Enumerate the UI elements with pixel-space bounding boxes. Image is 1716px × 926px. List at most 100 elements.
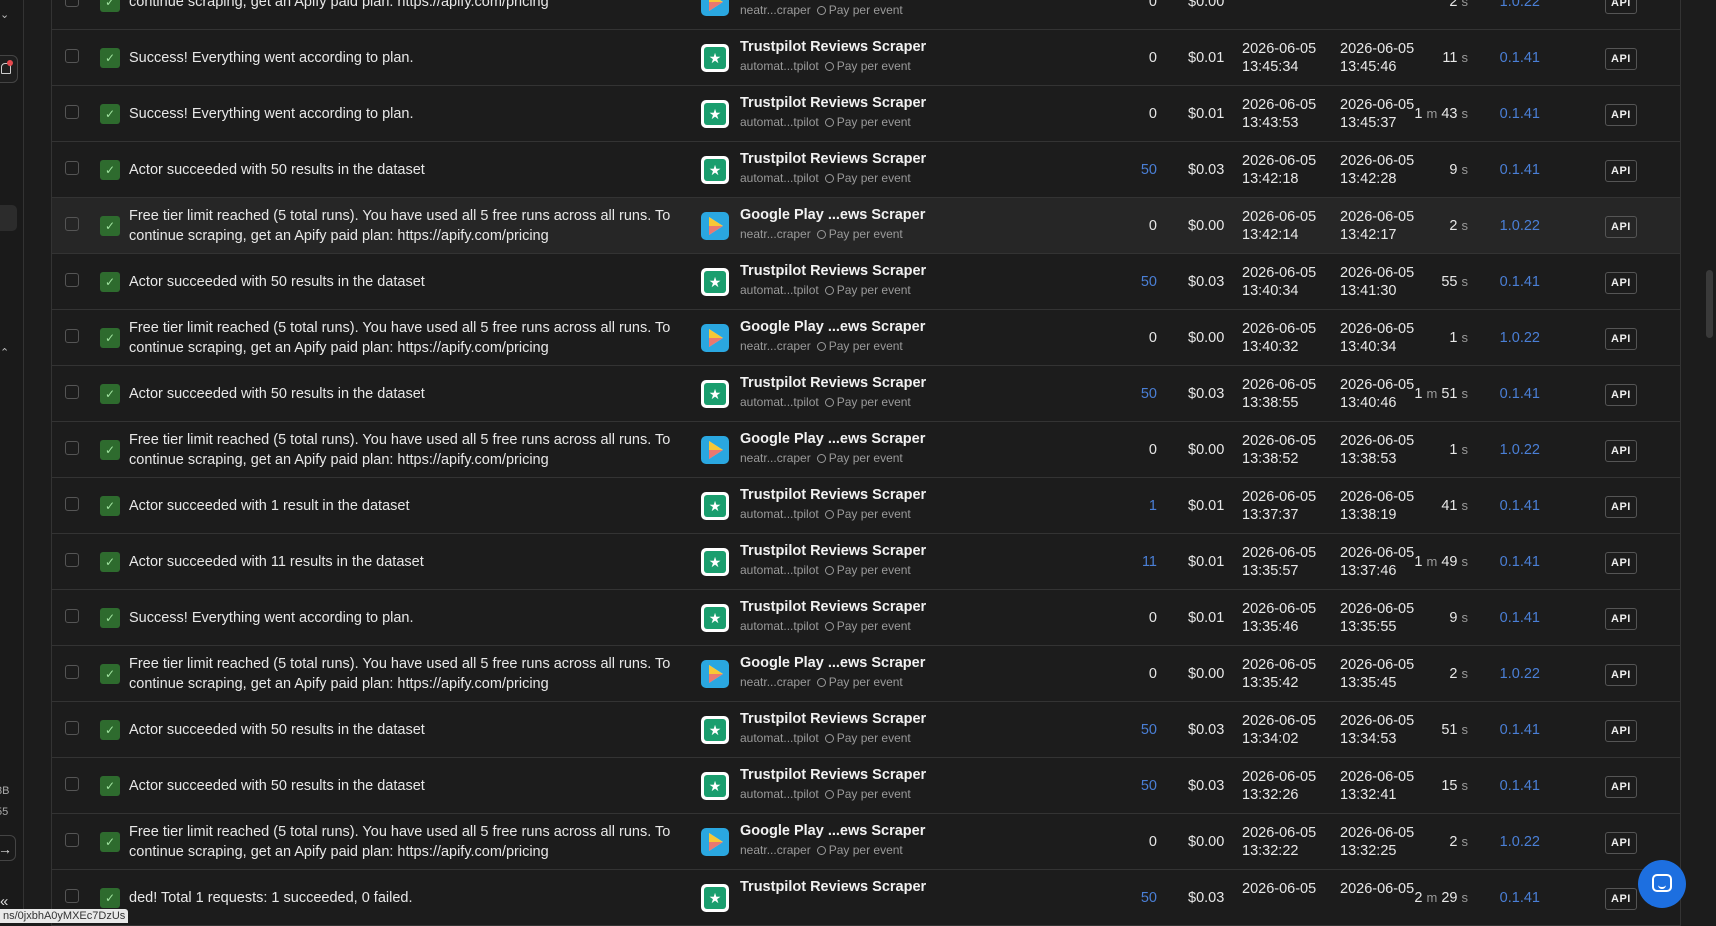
chevron-down-icon[interactable]: ⌄ — [0, 8, 14, 21]
build-link[interactable]: 1.0.22 — [1500, 0, 1540, 30]
status-message[interactable]: Free tier limit reached (5 total runs). … — [129, 814, 699, 870]
status-message[interactable]: Actor succeeded with 50 results in the d… — [129, 702, 699, 758]
actor-name-link[interactable]: Trustpilot Reviews Scraper — [740, 767, 926, 783]
actor-name-link[interactable]: Google Play ...ews Scraper — [740, 207, 925, 223]
row-checkbox[interactable] — [65, 889, 79, 903]
results-count[interactable]: 50 — [1117, 366, 1157, 422]
build-link[interactable]: 1.0.22 — [1500, 422, 1540, 478]
build-link[interactable]: 0.1.41 — [1500, 590, 1540, 646]
row-checkbox[interactable] — [65, 273, 79, 287]
table-row[interactable]: ✓ Success! Everything went according to … — [51, 30, 1681, 86]
row-checkbox[interactable] — [65, 441, 79, 455]
table-row[interactable]: ✓ Free tier limit reached (5 total runs)… — [51, 814, 1681, 870]
actor-name-link[interactable]: Google Play ...ews Scraper — [740, 431, 925, 447]
results-count[interactable]: 1 — [1117, 478, 1157, 534]
status-message[interactable]: Success! Everything went according to pl… — [129, 30, 699, 86]
table-row[interactable]: ✓ Actor succeeded with 50 results in the… — [51, 702, 1681, 758]
actor-name-link[interactable]: Trustpilot Reviews Scraper — [740, 487, 926, 503]
results-count[interactable]: 50 — [1117, 870, 1157, 926]
row-checkbox[interactable] — [65, 553, 79, 567]
collapse-sidebar-icon[interactable]: « — [0, 893, 8, 910]
actor-name-link[interactable]: Trustpilot Reviews Scraper — [740, 543, 926, 559]
table-row[interactable]: ✓ Actor succeeded with 50 results in the… — [51, 758, 1681, 814]
logout-arrow-icon[interactable]: → — [0, 835, 16, 861]
row-checkbox[interactable] — [65, 497, 79, 511]
scrollbar[interactable] — [1702, 0, 1716, 917]
actor-name-link[interactable]: Trustpilot Reviews Scraper — [740, 879, 926, 895]
build-link[interactable]: 0.1.41 — [1500, 534, 1540, 590]
table-row[interactable]: ✓ Free tier limit reached (5 total runs)… — [51, 310, 1681, 366]
build-link[interactable]: 0.1.41 — [1500, 758, 1540, 814]
actor-name-link[interactable]: Trustpilot Reviews Scraper — [740, 39, 926, 55]
row-checkbox[interactable] — [65, 329, 79, 343]
actor-name-link[interactable]: Google Play ...ews Scraper — [740, 655, 925, 671]
status-message[interactable]: Free tier limit reached (5 total runs). … — [129, 646, 699, 702]
status-message[interactable]: Success! Everything went according to pl… — [129, 86, 699, 142]
results-count[interactable]: 50 — [1117, 254, 1157, 310]
status-message[interactable]: Free tier limit reached (5 total runs). … — [129, 422, 699, 478]
status-message[interactable]: Actor succeeded with 11 results in the d… — [129, 534, 699, 590]
notifications-button[interactable] — [0, 55, 18, 83]
actor-name-link[interactable]: Trustpilot Reviews Scraper — [740, 375, 926, 391]
row-checkbox[interactable] — [65, 777, 79, 791]
chat-support-button[interactable] — [1638, 860, 1686, 908]
build-link[interactable]: 0.1.41 — [1500, 254, 1540, 310]
row-checkbox[interactable] — [65, 161, 79, 175]
status-message[interactable]: Success! Everything went according to pl… — [129, 590, 699, 646]
build-link[interactable]: 0.1.41 — [1500, 870, 1540, 926]
build-link[interactable]: 0.1.41 — [1500, 142, 1540, 198]
chevron-up-icon[interactable]: ⌃ — [0, 346, 9, 359]
row-checkbox[interactable] — [65, 721, 79, 735]
row-checkbox[interactable] — [65, 105, 79, 119]
build-link[interactable]: 0.1.41 — [1500, 366, 1540, 422]
actor-name-link[interactable]: Trustpilot Reviews Scraper — [740, 151, 926, 167]
actor-name-link[interactable]: Google Play ...ews Scraper — [740, 319, 925, 335]
build-link[interactable]: 1.0.22 — [1500, 814, 1540, 870]
build-link[interactable]: 0.1.41 — [1500, 478, 1540, 534]
build-link[interactable]: 1.0.22 — [1500, 198, 1540, 254]
build-link[interactable]: 0.1.41 — [1500, 86, 1540, 142]
build-link[interactable]: 1.0.22 — [1500, 646, 1540, 702]
row-checkbox[interactable] — [65, 609, 79, 623]
actor-name-link[interactable]: Google Play ...ews Scraper — [740, 823, 925, 839]
build-link[interactable]: 0.1.41 — [1500, 702, 1540, 758]
table-row[interactable]: ✓ Actor succeeded with 1 result in the d… — [51, 478, 1681, 534]
status-message[interactable]: Actor succeeded with 50 results in the d… — [129, 366, 699, 422]
table-row[interactable]: ✓ Actor succeeded with 50 results in the… — [51, 254, 1681, 310]
results-count[interactable]: 50 — [1117, 142, 1157, 198]
row-checkbox[interactable] — [65, 385, 79, 399]
scrollbar-thumb[interactable] — [1706, 270, 1713, 338]
row-checkbox[interactable] — [65, 217, 79, 231]
actor-name-link[interactable]: Trustpilot Reviews Scraper — [740, 599, 926, 615]
status-message[interactable]: Actor succeeded with 50 results in the d… — [129, 254, 699, 310]
sidebar-active-item[interactable] — [0, 205, 17, 231]
table-row[interactable]: ✓ Free tier limit reached (5 total runs)… — [51, 422, 1681, 478]
status-message[interactable]: Actor succeeded with 50 results in the d… — [129, 758, 699, 814]
table-row[interactable]: ✓ ded! Total 1 requests: 1 succeeded, 0 … — [51, 870, 1681, 926]
status-message[interactable]: Free tier limit reached (5 total runs). … — [129, 198, 699, 254]
row-checkbox[interactable] — [65, 833, 79, 847]
table-row[interactable]: ✓ Success! Everything went according to … — [51, 86, 1681, 142]
status-message[interactable]: Actor succeeded with 1 result in the dat… — [129, 478, 699, 534]
status-message[interactable]: ded! Total 1 requests: 1 succeeded, 0 fa… — [129, 870, 699, 926]
table-row[interactable]: ✓ continue scraping, get an Apify paid p… — [51, 0, 1681, 30]
results-count[interactable]: 11 — [1117, 534, 1157, 590]
status-message[interactable]: Actor succeeded with 50 results in the d… — [129, 142, 699, 198]
actor-name-link[interactable]: Trustpilot Reviews Scraper — [740, 711, 926, 727]
table-row[interactable]: ✓ Free tier limit reached (5 total runs)… — [51, 198, 1681, 254]
table-row[interactable]: ✓ Actor succeeded with 50 results in the… — [51, 366, 1681, 422]
results-count[interactable]: 50 — [1117, 702, 1157, 758]
row-checkbox[interactable] — [65, 665, 79, 679]
table-row[interactable]: ✓ Free tier limit reached (5 total runs)… — [51, 646, 1681, 702]
actor-name-link[interactable]: Trustpilot Reviews Scraper — [740, 95, 926, 111]
status-message[interactable]: Free tier limit reached (5 total runs). … — [129, 310, 699, 366]
row-checkbox[interactable] — [65, 0, 79, 7]
build-link[interactable]: 1.0.22 — [1500, 310, 1540, 366]
actor-name-link[interactable]: Trustpilot Reviews Scraper — [740, 263, 926, 279]
table-row[interactable]: ✓ Actor succeeded with 50 results in the… — [51, 142, 1681, 198]
results-count[interactable]: 50 — [1117, 758, 1157, 814]
table-row[interactable]: ✓ Actor succeeded with 11 results in the… — [51, 534, 1681, 590]
status-message[interactable]: continue scraping, get an Apify paid pla… — [129, 0, 699, 30]
row-checkbox[interactable] — [65, 49, 79, 63]
table-row[interactable]: ✓ Success! Everything went according to … — [51, 590, 1681, 646]
